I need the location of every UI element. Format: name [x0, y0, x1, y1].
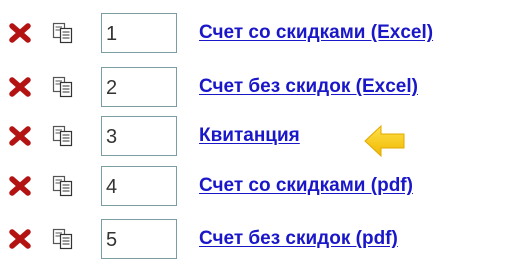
copy-icon[interactable]	[52, 228, 74, 250]
close-icon[interactable]	[8, 125, 32, 147]
number-field[interactable]: 1	[101, 13, 177, 53]
close-icon[interactable]	[8, 228, 32, 250]
list-item: 1 Счет со скидками (Excel)	[0, 10, 523, 62]
document-link[interactable]: Счет со скидками (Excel)	[199, 22, 433, 44]
list-item: 3 Квитанция	[0, 113, 523, 165]
copy-icon[interactable]	[52, 125, 74, 147]
number-field[interactable]: 5	[101, 219, 177, 259]
list-item: 2 Счет без скидок (Excel)	[0, 64, 523, 116]
number-field[interactable]: 3	[101, 116, 177, 156]
copy-icon[interactable]	[52, 175, 74, 197]
document-link[interactable]: Счет без скидок (pdf)	[199, 228, 398, 250]
list-item: 5 Счет без скидок (pdf)	[0, 216, 523, 268]
document-link[interactable]: Квитанция	[199, 125, 300, 147]
copy-icon[interactable]	[52, 76, 74, 98]
list-item: 4 Счет со скидками (pdf)	[0, 163, 523, 215]
number-field[interactable]: 4	[101, 166, 177, 206]
document-link[interactable]: Счет без скидок (Excel)	[199, 76, 418, 98]
close-icon[interactable]	[8, 76, 32, 98]
copy-icon[interactable]	[52, 22, 74, 44]
arrow-left-icon	[364, 124, 405, 157]
document-list: 1 Счет со скидками (Excel) 2 Счет без ск…	[0, 0, 523, 264]
number-field[interactable]: 2	[101, 67, 177, 107]
close-icon[interactable]	[8, 22, 32, 44]
close-icon[interactable]	[8, 175, 32, 197]
document-link[interactable]: Счет со скидками (pdf)	[199, 175, 413, 197]
